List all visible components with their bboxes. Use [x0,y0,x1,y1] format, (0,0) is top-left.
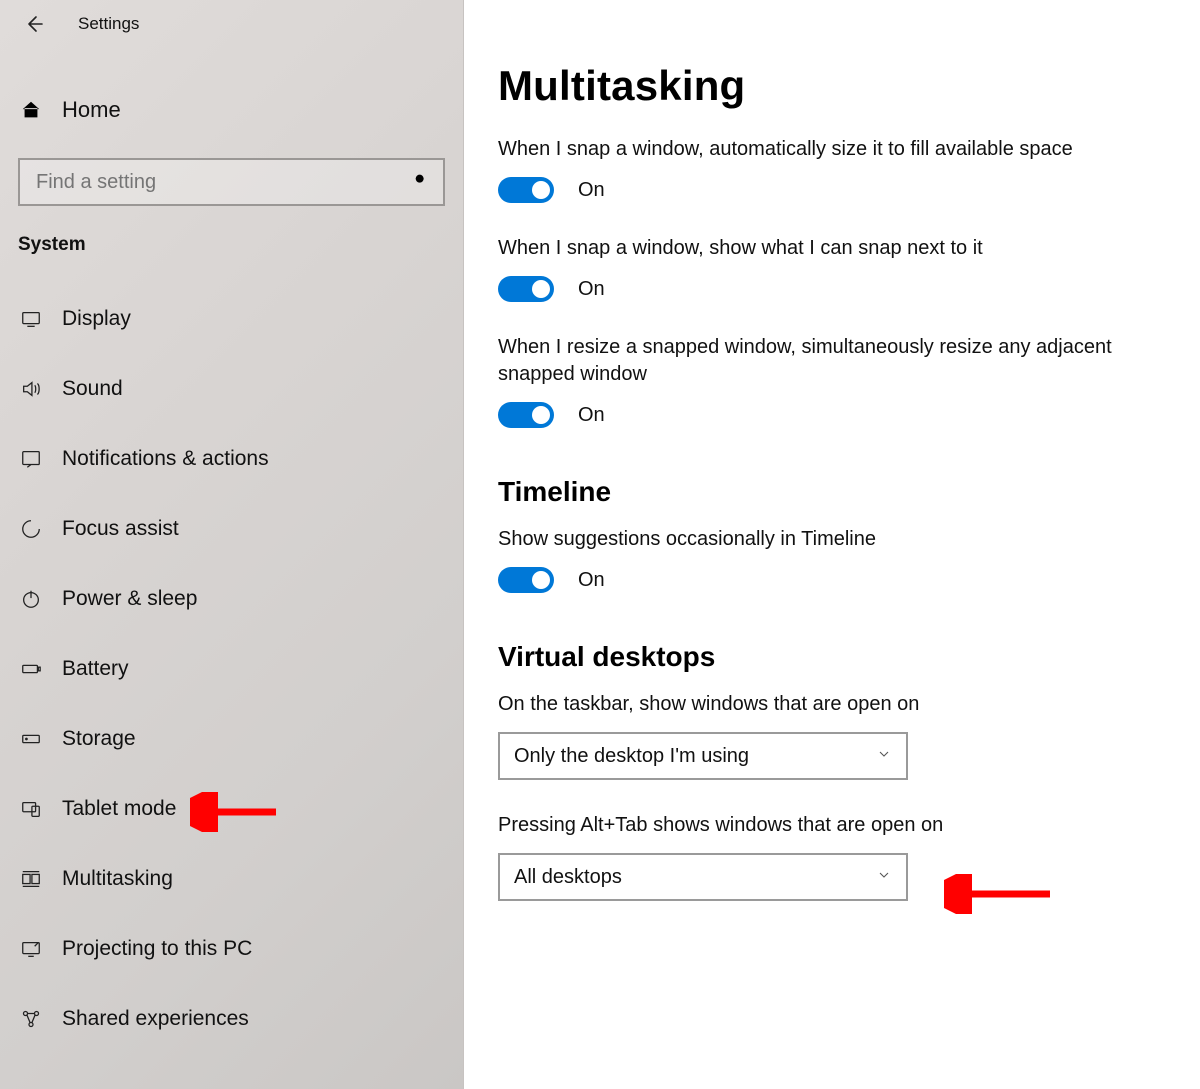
multitasking-icon [18,868,44,890]
sidebar-item-label: Display [62,307,131,331]
sidebar-item-label: Tablet mode [62,797,176,821]
display-icon [18,308,44,330]
sidebar-item-projecting[interactable]: Projecting to this PC [0,914,463,984]
page-title: Multitasking [498,62,1200,110]
snap-next-state: On [578,278,605,301]
sidebar-nav: Display Sound Notifications & actions Fo… [0,284,463,1054]
sidebar-item-battery[interactable]: Battery [0,634,463,704]
projecting-icon [18,938,44,960]
virtual-desktops-heading: Virtual desktops [498,641,1200,673]
vd-alttab-value: All desktops [514,866,622,889]
vd-taskbar-label: On the taskbar, show windows that are op… [498,691,1178,718]
sidebar-item-label: Shared experiences [62,1007,249,1031]
sidebar-item-shared-experiences[interactable]: Shared experiences [0,984,463,1054]
sidebar-item-focus-assist[interactable]: Focus assist [0,494,463,564]
focus-assist-icon [18,518,44,540]
sound-icon [18,378,44,400]
sidebar-home[interactable]: Home [0,82,463,138]
sidebar-home-label: Home [62,97,121,123]
back-button[interactable] [18,8,50,40]
snap-resize-state: On [578,404,605,427]
timeline-suggestions-state: On [578,569,605,592]
sidebar-item-storage[interactable]: Storage [0,704,463,774]
sidebar-item-tablet-mode[interactable]: Tablet mode [0,774,463,844]
snap-resize-toggle[interactable] [498,402,554,428]
sidebar-item-label: Sound [62,377,123,401]
vd-alttab-label: Pressing Alt+Tab shows windows that are … [498,812,1178,839]
sidebar-item-power-sleep[interactable]: Power & sleep [0,564,463,634]
vd-taskbar-value: Only the desktop I'm using [514,745,749,768]
home-icon [18,99,44,121]
power-icon [18,588,44,610]
battery-icon [18,658,44,680]
timeline-suggestions-toggle[interactable] [498,567,554,593]
storage-icon [18,728,44,750]
shared-experiences-icon [18,1008,44,1030]
timeline-suggestions-label: Show suggestions occasionally in Timelin… [498,526,1178,553]
snap-resize-label: When I resize a snapped window, simultan… [498,334,1178,388]
snap-fill-state: On [578,179,605,202]
search-input[interactable] [34,170,413,195]
sidebar-item-multitasking[interactable]: Multitasking [0,844,463,914]
timeline-heading: Timeline [498,476,1200,508]
chevron-down-icon [876,745,892,768]
vd-taskbar-dropdown[interactable]: Only the desktop I'm using [498,732,908,780]
sidebar-item-label: Notifications & actions [62,447,269,471]
sidebar-item-label: Storage [62,727,136,751]
snap-fill-toggle[interactable] [498,177,554,203]
notifications-icon [18,448,44,470]
sidebar-item-label: Battery [62,657,129,681]
snap-next-toggle[interactable] [498,276,554,302]
search-box[interactable] [18,158,445,206]
sidebar-category: System [0,206,463,256]
vd-alttab-dropdown[interactable]: All desktops [498,853,908,901]
sidebar-item-sound[interactable]: Sound [0,354,463,424]
sidebar-item-display[interactable]: Display [0,284,463,354]
snap-next-label: When I snap a window, show what I can sn… [498,235,1178,262]
snap-fill-label: When I snap a window, automatically size… [498,136,1178,163]
app-title: Settings [78,14,139,34]
chevron-down-icon [876,866,892,889]
sidebar-item-label: Multitasking [62,867,173,891]
search-icon [413,172,429,193]
main-content: Multitasking When I snap a window, autom… [464,0,1200,1089]
sidebar: Settings Home System Display Sound [0,0,464,1089]
tablet-mode-icon [18,798,44,820]
sidebar-item-label: Projecting to this PC [62,937,252,961]
sidebar-item-label: Power & sleep [62,587,197,611]
sidebar-item-notifications[interactable]: Notifications & actions [0,424,463,494]
sidebar-item-label: Focus assist [62,517,179,541]
